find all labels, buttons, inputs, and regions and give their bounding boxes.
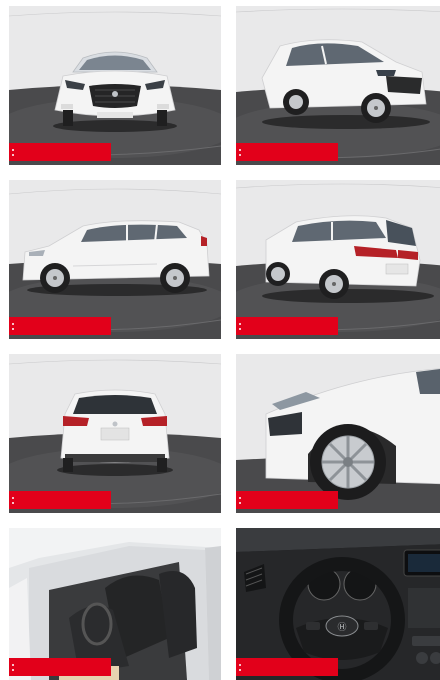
car-front-image	[9, 6, 221, 165]
car-side-image	[9, 180, 221, 339]
badge-dot	[12, 323, 14, 325]
photo-interior-dashboard[interactable]: Ⓗ	[236, 528, 440, 680]
photo-label-badge	[9, 491, 111, 509]
car-wheel-detail-image	[236, 354, 440, 513]
photo-rear-left-view[interactable]	[236, 180, 440, 339]
photo-label-badge	[9, 658, 111, 676]
photo-wheel-detail[interactable]	[236, 354, 440, 513]
badge-dot	[239, 669, 241, 671]
photo-label-badge	[236, 143, 338, 161]
brand-logo: Ⓗ	[337, 622, 346, 632]
photo-front-right-view[interactable]	[236, 6, 440, 165]
photo-label-badge	[236, 491, 338, 509]
badge-dot	[239, 328, 241, 330]
photo-label-badge	[236, 658, 338, 676]
photo-label-badge	[9, 143, 111, 161]
badge-dot	[239, 497, 241, 499]
car-rear-three-quarter-image	[236, 180, 440, 339]
badge-dot	[12, 669, 14, 671]
car-front-three-quarter-image	[236, 6, 440, 165]
badge-dot	[12, 328, 14, 330]
badge-dot	[12, 502, 14, 504]
photo-front-view[interactable]	[9, 6, 221, 165]
photo-left-side-view[interactable]	[9, 180, 221, 339]
photo-label-badge	[236, 317, 338, 335]
badge-dot	[239, 154, 241, 156]
badge-dot	[12, 149, 14, 151]
badge-dot	[12, 664, 14, 666]
photo-gallery: Ⓗ	[0, 0, 440, 680]
badge-dot	[239, 323, 241, 325]
photo-rear-view[interactable]	[9, 354, 221, 513]
badge-dot	[239, 502, 241, 504]
photo-interior-seats[interactable]	[9, 528, 221, 680]
badge-dot	[12, 154, 14, 156]
car-rear-image	[9, 354, 221, 513]
badge-dot	[239, 149, 241, 151]
badge-dot	[12, 497, 14, 499]
photo-label-badge	[9, 317, 111, 335]
badge-dot	[239, 664, 241, 666]
